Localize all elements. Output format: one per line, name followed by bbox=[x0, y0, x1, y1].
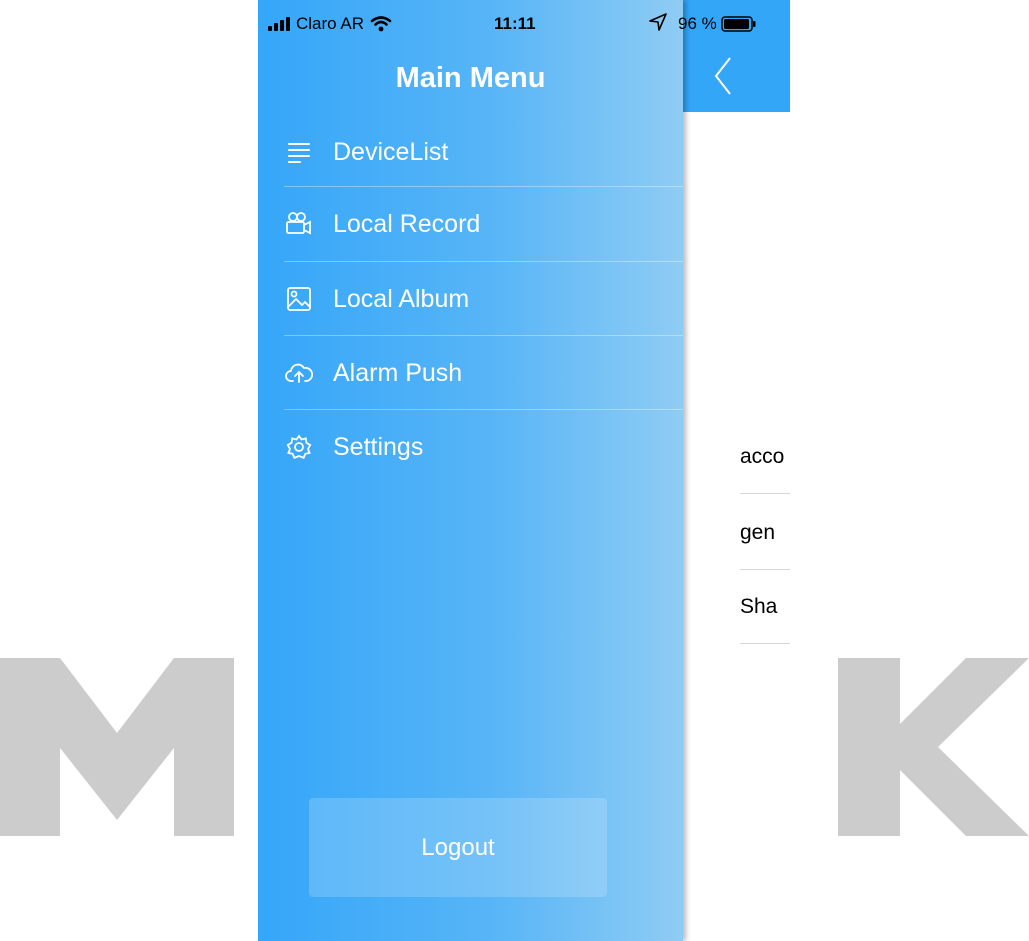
side-drawer: Main Menu DeviceList Local Record Local … bbox=[258, 0, 683, 941]
battery-group: 96 % bbox=[678, 14, 757, 34]
carrier-group: Claro AR bbox=[268, 14, 392, 34]
gear-icon bbox=[284, 432, 314, 462]
menu-item-label: DeviceList bbox=[333, 137, 449, 166]
image-icon bbox=[284, 284, 314, 314]
menu-item-label: Local Album bbox=[333, 284, 470, 313]
battery-icon bbox=[721, 16, 756, 32]
logout-button[interactable]: Logout bbox=[309, 798, 607, 897]
menu-item-alarm-push[interactable]: Alarm Push bbox=[284, 336, 683, 410]
divider bbox=[740, 643, 790, 644]
wifi-icon bbox=[370, 16, 392, 32]
signal-icon bbox=[268, 17, 290, 31]
list-item[interactable]: acco bbox=[740, 445, 790, 469]
cloud-upload-icon bbox=[284, 358, 314, 388]
status-time: 11:11 bbox=[494, 14, 536, 33]
video-camera-icon bbox=[284, 209, 314, 239]
back-chevron-icon[interactable] bbox=[713, 56, 733, 96]
drawer-title: Main Menu bbox=[395, 62, 546, 94]
menu-item-label: Alarm Push bbox=[333, 358, 463, 387]
menu-item-settings[interactable]: Settings bbox=[284, 410, 683, 484]
divider bbox=[740, 493, 790, 494]
battery-percent: 96 % bbox=[678, 14, 717, 33]
watermark-m-logo bbox=[0, 658, 234, 836]
menu-item-local-record[interactable]: Local Record bbox=[284, 187, 683, 261]
status-bar: Claro AR 11:11 96 % bbox=[258, 0, 790, 50]
list-item[interactable]: gen bbox=[740, 521, 790, 545]
list-item[interactable]: Sha bbox=[740, 595, 790, 619]
list-icon bbox=[284, 137, 314, 167]
menu-item-local-album[interactable]: Local Album bbox=[284, 262, 683, 336]
menu-item-label: Local Record bbox=[333, 209, 481, 238]
menu-item-devicelist[interactable]: DeviceList bbox=[284, 115, 683, 189]
menu-item-label: Settings bbox=[333, 432, 424, 461]
phone-screen: acco gen Sha Main Menu DeviceList Local … bbox=[258, 0, 790, 941]
carrier-label: Claro AR bbox=[296, 14, 365, 33]
divider bbox=[740, 569, 790, 570]
watermark-k-logo bbox=[838, 658, 1029, 836]
location-arrow-icon bbox=[649, 13, 667, 31]
